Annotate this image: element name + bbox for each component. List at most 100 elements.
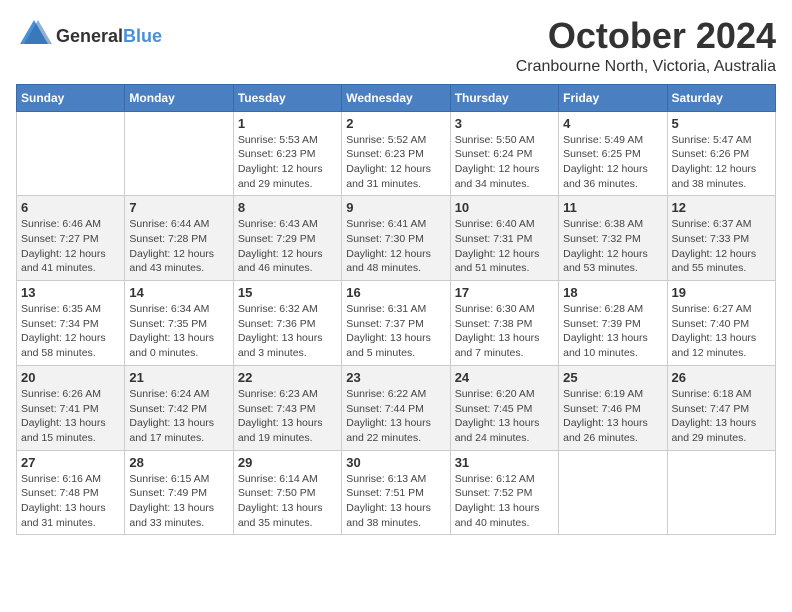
logo-icon xyxy=(16,16,52,57)
logo: GeneralBlue xyxy=(16,16,162,57)
calendar-week-row: 20 Sunrise: 6:26 AMSunset: 7:41 PMDayligh… xyxy=(17,365,776,450)
calendar-week-row: 6Sunrise: 6:46 AMSunset: 7:27 PMDaylight… xyxy=(17,196,776,281)
day-number: 27 xyxy=(21,455,120,470)
day-number: 20 xyxy=(21,370,120,385)
calendar-cell: 10Sunrise: 6:40 AMSunset: 7:31 PMDayligh… xyxy=(450,196,558,281)
day-info: Sunrise: 6:34 AMSunset: 7:35 PMDaylight:… xyxy=(129,302,228,361)
calendar-cell: 9 Sunrise: 6:41 AMSunset: 7:30 PMDaylight… xyxy=(342,196,450,281)
calendar-cell: 8 Sunrise: 6:43 AMSunset: 7:29 PMDaylight… xyxy=(233,196,341,281)
day-info: Sunrise: 6:41 AMSunset: 7:30 PMDaylight:… xyxy=(346,217,445,276)
calendar-cell: 19Sunrise: 6:27 AMSunset: 7:40 PMDayligh… xyxy=(667,281,775,366)
calendar-cell xyxy=(667,450,775,535)
day-info: Sunrise: 5:52 AMSunset: 6:23 PMDaylight:… xyxy=(346,133,445,192)
day-info: Sunrise: 5:49 AMSunset: 6:25 PMDaylight:… xyxy=(563,133,662,192)
day-number: 15 xyxy=(238,285,337,300)
day-of-week-header: Tuesday xyxy=(233,84,341,111)
day-info: Sunrise: 6:19 AMSunset: 7:46 PMDaylight:… xyxy=(563,387,662,446)
calendar-cell: 23 Sunrise: 6:22 AMSunset: 7:44 PMDayligh… xyxy=(342,365,450,450)
day-number: 24 xyxy=(455,370,554,385)
calendar-cell: 24Sunrise: 6:20 AMSunset: 7:45 PMDayligh… xyxy=(450,365,558,450)
day-info: Sunrise: 6:30 AMSunset: 7:38 PMDaylight:… xyxy=(455,302,554,361)
day-info: Sunrise: 6:40 AMSunset: 7:31 PMDaylight:… xyxy=(455,217,554,276)
day-info: Sunrise: 6:32 AMSunset: 7:36 PMDaylight:… xyxy=(238,302,337,361)
day-number: 31 xyxy=(455,455,554,470)
day-number: 1 xyxy=(238,116,337,131)
calendar-cell: 21 Sunrise: 6:24 AMSunset: 7:42 PMDayligh… xyxy=(125,365,233,450)
calendar-cell: 22 Sunrise: 6:23 AMSunset: 7:43 PMDayligh… xyxy=(233,365,341,450)
day-number: 25 xyxy=(563,370,662,385)
calendar-cell: 12 Sunrise: 6:37 AMSunset: 7:33 PMDayligh… xyxy=(667,196,775,281)
calendar-cell: 11 Sunrise: 6:38 AMSunset: 7:32 PMDayligh… xyxy=(559,196,667,281)
calendar-cell xyxy=(125,111,233,196)
day-info: Sunrise: 6:16 AMSunset: 7:48 PMDaylight:… xyxy=(21,472,120,531)
day-info: Sunrise: 6:24 AMSunset: 7:42 PMDaylight:… xyxy=(129,387,228,446)
day-number: 30 xyxy=(346,455,445,470)
calendar-cell: 26 Sunrise: 6:18 AMSunset: 7:47 PMDayligh… xyxy=(667,365,775,450)
calendar-body: 1 Sunrise: 5:53 AMSunset: 6:23 PMDaylight… xyxy=(17,111,776,535)
day-of-week-header: Wednesday xyxy=(342,84,450,111)
calendar-table: SundayMondayTuesdayWednesdayThursdayFrid… xyxy=(16,84,776,536)
location-title: Cranbourne North, Victoria, Australia xyxy=(516,58,776,76)
day-number: 16 xyxy=(346,285,445,300)
day-number: 21 xyxy=(129,370,228,385)
calendar-cell: 30 Sunrise: 6:13 AMSunset: 7:51 PMDayligh… xyxy=(342,450,450,535)
day-info: Sunrise: 5:50 AMSunset: 6:24 PMDaylight:… xyxy=(455,133,554,192)
calendar-cell: 2 Sunrise: 5:52 AMSunset: 6:23 PMDaylight… xyxy=(342,111,450,196)
calendar-cell: 4 Sunrise: 5:49 AMSunset: 6:25 PMDaylight… xyxy=(559,111,667,196)
day-info: Sunrise: 6:46 AMSunset: 7:27 PMDaylight:… xyxy=(21,217,120,276)
day-info: Sunrise: 6:27 AMSunset: 7:40 PMDaylight:… xyxy=(672,302,771,361)
calendar-header-row: SundayMondayTuesdayWednesdayThursdayFrid… xyxy=(17,84,776,111)
calendar-cell: 6Sunrise: 6:46 AMSunset: 7:27 PMDaylight… xyxy=(17,196,125,281)
day-info: Sunrise: 6:31 AMSunset: 7:37 PMDaylight:… xyxy=(346,302,445,361)
day-number: 8 xyxy=(238,200,337,215)
day-number: 5 xyxy=(672,116,771,131)
day-of-week-header: Friday xyxy=(559,84,667,111)
day-number: 17 xyxy=(455,285,554,300)
day-number: 28 xyxy=(129,455,228,470)
day-info: Sunrise: 5:47 AMSunset: 6:26 PMDaylight:… xyxy=(672,133,771,192)
day-info: Sunrise: 6:26 AMSunset: 7:41 PMDaylight:… xyxy=(21,387,120,446)
calendar-cell: 14 Sunrise: 6:34 AMSunset: 7:35 PMDayligh… xyxy=(125,281,233,366)
calendar-cell: 31 Sunrise: 6:12 AMSunset: 7:52 PMDayligh… xyxy=(450,450,558,535)
day-info: Sunrise: 6:23 AMSunset: 7:43 PMDaylight:… xyxy=(238,387,337,446)
day-info: Sunrise: 6:28 AMSunset: 7:39 PMDaylight:… xyxy=(563,302,662,361)
calendar-cell: 18 Sunrise: 6:28 AMSunset: 7:39 PMDayligh… xyxy=(559,281,667,366)
calendar-cell: 25 Sunrise: 6:19 AMSunset: 7:46 PMDayligh… xyxy=(559,365,667,450)
day-number: 7 xyxy=(129,200,228,215)
page-header: GeneralBlue October 2024 Cranbourne Nort… xyxy=(16,16,776,76)
logo-text: GeneralBlue xyxy=(56,26,162,47)
calendar-week-row: 1 Sunrise: 5:53 AMSunset: 6:23 PMDaylight… xyxy=(17,111,776,196)
day-info: Sunrise: 6:14 AMSunset: 7:50 PMDaylight:… xyxy=(238,472,337,531)
day-info: Sunrise: 6:12 AMSunset: 7:52 PMDaylight:… xyxy=(455,472,554,531)
day-number: 22 xyxy=(238,370,337,385)
day-number: 29 xyxy=(238,455,337,470)
day-number: 2 xyxy=(346,116,445,131)
calendar-cell: 17 Sunrise: 6:30 AMSunset: 7:38 PMDayligh… xyxy=(450,281,558,366)
day-info: Sunrise: 6:43 AMSunset: 7:29 PMDaylight:… xyxy=(238,217,337,276)
month-title: October 2024 xyxy=(516,16,776,56)
day-number: 18 xyxy=(563,285,662,300)
title-block: October 2024 Cranbourne North, Victoria,… xyxy=(516,16,776,76)
day-info: Sunrise: 5:53 AMSunset: 6:23 PMDaylight:… xyxy=(238,133,337,192)
calendar-cell xyxy=(559,450,667,535)
day-info: Sunrise: 6:15 AMSunset: 7:49 PMDaylight:… xyxy=(129,472,228,531)
day-number: 23 xyxy=(346,370,445,385)
calendar-cell: 16 Sunrise: 6:31 AMSunset: 7:37 PMDayligh… xyxy=(342,281,450,366)
calendar-cell: 7Sunrise: 6:44 AMSunset: 7:28 PMDaylight… xyxy=(125,196,233,281)
day-of-week-header: Thursday xyxy=(450,84,558,111)
calendar-cell: 3Sunrise: 5:50 AMSunset: 6:24 PMDaylight… xyxy=(450,111,558,196)
day-info: Sunrise: 6:22 AMSunset: 7:44 PMDaylight:… xyxy=(346,387,445,446)
day-number: 4 xyxy=(563,116,662,131)
day-of-week-header: Saturday xyxy=(667,84,775,111)
day-number: 9 xyxy=(346,200,445,215)
day-number: 26 xyxy=(672,370,771,385)
day-info: Sunrise: 6:18 AMSunset: 7:47 PMDaylight:… xyxy=(672,387,771,446)
day-number: 11 xyxy=(563,200,662,215)
day-number: 14 xyxy=(129,285,228,300)
calendar-week-row: 13Sunrise: 6:35 AMSunset: 7:34 PMDayligh… xyxy=(17,281,776,366)
day-info: Sunrise: 6:38 AMSunset: 7:32 PMDaylight:… xyxy=(563,217,662,276)
day-number: 12 xyxy=(672,200,771,215)
day-info: Sunrise: 6:13 AMSunset: 7:51 PMDaylight:… xyxy=(346,472,445,531)
calendar-cell xyxy=(17,111,125,196)
day-info: Sunrise: 6:37 AMSunset: 7:33 PMDaylight:… xyxy=(672,217,771,276)
